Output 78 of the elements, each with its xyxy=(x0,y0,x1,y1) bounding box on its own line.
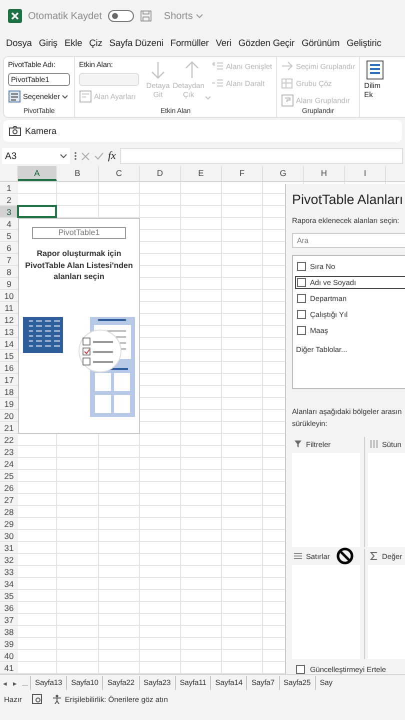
more-icon xyxy=(74,151,77,161)
caret-icon xyxy=(62,94,68,98)
excel-logo-icon xyxy=(8,9,22,23)
row-header[interactable]: 30 xyxy=(0,530,18,542)
field-settings-icon xyxy=(79,90,92,103)
autosave-toggle[interactable] xyxy=(108,10,134,22)
row-header[interactable]: 3 xyxy=(0,206,18,218)
checkbox[interactable] xyxy=(297,294,306,304)
row-header[interactable]: 31 xyxy=(0,542,18,554)
menu-tab[interactable]: Giriş xyxy=(38,36,58,52)
filter-icon xyxy=(294,440,302,448)
column-header[interactable]: I xyxy=(345,166,386,181)
sum-icon xyxy=(370,552,378,560)
name-box[interactable]: A3 xyxy=(2,148,70,164)
row-header[interactable]: 28 xyxy=(0,506,18,518)
menu-tab[interactable]: Veri xyxy=(216,36,232,52)
rows-icon xyxy=(294,552,302,560)
caret-icon xyxy=(205,96,212,100)
save-icon xyxy=(140,10,152,22)
pivot-name-label: PivotTable1 xyxy=(32,227,126,239)
columns-icon xyxy=(370,440,378,448)
insert-function-button[interactable]: fx xyxy=(108,150,116,162)
checkbox[interactable] xyxy=(297,278,306,288)
row-header[interactable]: 1 xyxy=(0,182,18,194)
column-header[interactable]: D xyxy=(140,166,181,181)
not-allowed-cursor-icon xyxy=(336,547,354,565)
row-header[interactable]: 29 xyxy=(0,518,18,530)
chevron-down-icon xyxy=(196,14,203,18)
row-header[interactable]: 37 xyxy=(0,614,18,626)
row-header[interactable]: 26 xyxy=(0,482,18,494)
column-header[interactable]: E xyxy=(181,166,222,181)
row-header[interactable]: 32 xyxy=(0,554,18,566)
arrow-right-icon xyxy=(281,60,294,73)
formula-field[interactable] xyxy=(120,148,403,164)
checkbox[interactable] xyxy=(297,326,306,336)
checkbox[interactable] xyxy=(296,665,305,674)
menu-tab[interactable]: Dosya xyxy=(6,36,32,52)
column-header[interactable]: C xyxy=(99,166,140,181)
menu-tab[interactable]: Ekle xyxy=(64,36,82,52)
checkbox[interactable] xyxy=(297,262,306,272)
menu-tab[interactable]: Formüller xyxy=(170,36,209,52)
menu-tab[interactable]: Görünüm xyxy=(302,36,340,52)
menu-tab[interactable]: Çiz xyxy=(89,36,102,52)
row-header[interactable]: 39 xyxy=(0,638,18,650)
placeholder-message: Rapor oluşturmak için PivotTable Alan Listesi'nden alanları seçin xyxy=(24,248,134,283)
row-header[interactable]: 36 xyxy=(0,602,18,614)
row-header[interactable]: 23 xyxy=(0,446,18,458)
row-header[interactable]: 27 xyxy=(0,494,18,506)
column-header[interactable]: B xyxy=(57,166,99,181)
menu-tab[interactable]: Geliştiric xyxy=(346,36,382,52)
camera-icon xyxy=(9,126,21,136)
column-header[interactable]: H xyxy=(304,166,345,181)
menu-tab[interactable]: Sayfa Düzeni xyxy=(109,36,164,52)
row-header[interactable]: 35 xyxy=(0,590,18,602)
row-header[interactable]: 33 xyxy=(0,566,18,578)
row-header[interactable]: 25 xyxy=(0,470,18,482)
options-icon xyxy=(8,90,21,103)
autosave-label: Otomatik Kaydet xyxy=(28,10,102,22)
row-header[interactable]: 24 xyxy=(0,458,18,470)
chevron-down-icon xyxy=(60,154,67,158)
group-field-icon xyxy=(281,94,294,107)
row-header[interactable]: 38 xyxy=(0,626,18,638)
column-header[interactable]: A xyxy=(18,166,57,181)
row-header[interactable]: 22 xyxy=(0,434,18,446)
checkbox[interactable] xyxy=(297,310,306,320)
ungroup-icon xyxy=(281,77,294,90)
selected-cell[interactable] xyxy=(17,205,57,218)
check-icon xyxy=(94,152,104,160)
column-header[interactable]: F xyxy=(222,166,263,181)
pane-title: PivotTable Alanları xyxy=(292,192,404,207)
menu-tab[interactable]: Gözden Geçir xyxy=(238,36,295,52)
row-header[interactable]: 34 xyxy=(0,578,18,590)
macro-icon[interactable] xyxy=(32,694,42,704)
cancel-icon xyxy=(81,152,90,160)
row-header[interactable]: 40 xyxy=(0,650,18,662)
accessibility-icon xyxy=(52,694,62,704)
column-header[interactable]: G xyxy=(263,166,304,181)
camera-button[interactable]: Kamera xyxy=(9,126,57,136)
